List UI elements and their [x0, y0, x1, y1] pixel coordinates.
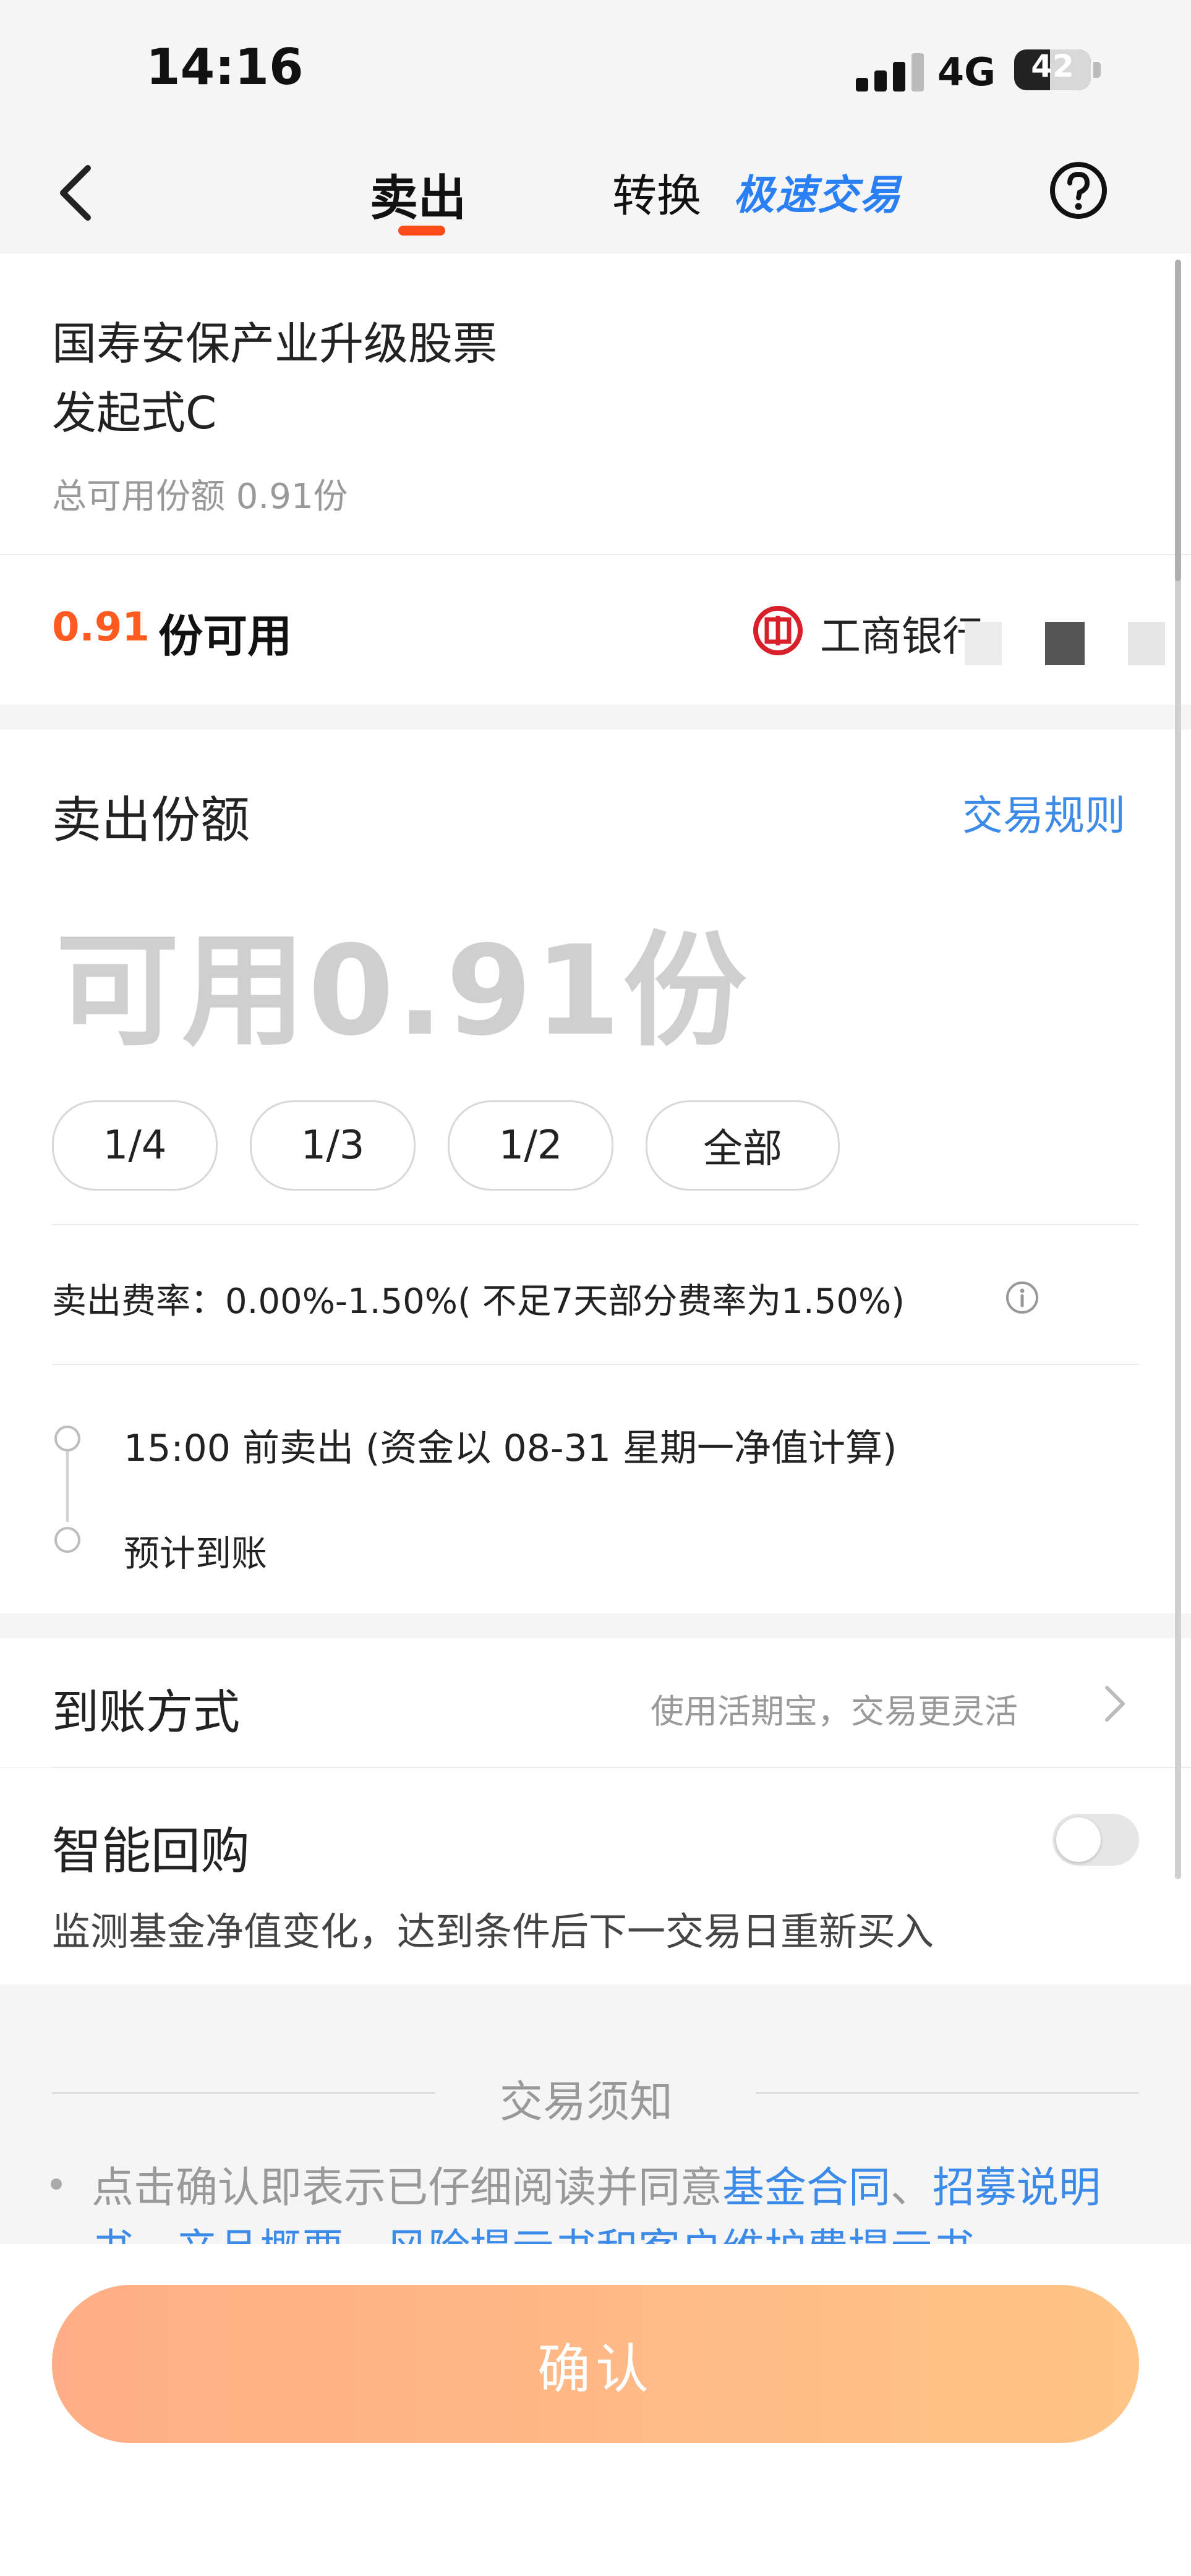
- fund-name: 国寿安保产业升级股票 发起式C: [52, 309, 794, 448]
- divider: [52, 1364, 1139, 1365]
- bank-name[interactable]: 工商银行: [820, 603, 983, 663]
- timeline-arrival: 预计到账: [124, 1532, 268, 1575]
- divider: [52, 2092, 435, 2094]
- chip-third[interactable]: 1/3: [250, 1100, 416, 1191]
- battery-nub: [1093, 62, 1101, 78]
- available-shares: 0.91: [52, 605, 150, 650]
- masked-account: [1128, 622, 1165, 665]
- trade-notice-title: 交易须知: [500, 2077, 673, 2127]
- smart-rebuy-desc: 监测基金净值变化，达到条件后下一交易日重新买入: [52, 1909, 934, 1954]
- back-icon[interactable]: [52, 162, 101, 224]
- chip-half[interactable]: 1/2: [448, 1100, 613, 1191]
- fast-trade-badge[interactable]: 极速交易: [733, 162, 902, 221]
- masked-account: [1045, 622, 1085, 665]
- smart-rebuy-toggle[interactable]: [1052, 1814, 1139, 1866]
- icbc-logo-icon: [753, 606, 803, 655]
- total-shares: 总可用份额 0.91份: [52, 477, 348, 517]
- tab-convert[interactable]: 转换: [612, 159, 701, 224]
- sell-amount-input[interactable]: 可用0.91份: [56, 890, 749, 1069]
- divider: [52, 1224, 1139, 1225]
- divider: [756, 2092, 1139, 2094]
- timeline-line: [66, 1452, 69, 1522]
- available-label: 份可用: [158, 610, 292, 662]
- notice-prefix: 点击确认即表示已仔细阅读并同意: [92, 2164, 723, 2213]
- trade-rules-link[interactable]: 交易规则: [962, 783, 1125, 842]
- tab-sell[interactable]: 卖出: [370, 159, 466, 229]
- network-type: 4G: [937, 49, 996, 95]
- smart-rebuy-label: 智能回购: [52, 1822, 250, 1880]
- sell-amount-title: 卖出份额: [52, 791, 250, 849]
- chevron-right-icon[interactable]: [1102, 1684, 1127, 1724]
- confirm-button[interactable]: 确认: [52, 2285, 1139, 2443]
- info-icon[interactable]: [1004, 1280, 1040, 1316]
- chip-all[interactable]: 全部: [646, 1100, 840, 1191]
- battery-icon: 42: [1014, 49, 1091, 90]
- chip-quarter[interactable]: 1/4: [52, 1100, 218, 1191]
- tab-active-indicator: [398, 226, 445, 236]
- timeline-sell-time: 15:00 前卖出 (资金以 08-31 星期一净值计算): [124, 1427, 897, 1470]
- nav-bar: [0, 142, 1191, 253]
- signal-icon: [856, 53, 924, 91]
- scrollbar-thumb[interactable]: [1175, 260, 1181, 581]
- bullet-dot: [51, 2179, 62, 2190]
- masked-account: [965, 622, 1002, 665]
- divider: [0, 554, 1191, 555]
- sell-fee-rate: 卖出费率：0.00%-1.50%( 不足7天部分费率为1.50%): [52, 1282, 905, 1322]
- help-icon[interactable]: [1048, 159, 1109, 221]
- arrival-method-label: 到账方式: [52, 1685, 240, 1740]
- arrival-method-hint[interactable]: 使用活期宝，交易更灵活: [651, 1684, 1018, 1733]
- fund-contract-link[interactable]: 基金合同: [722, 2164, 890, 2213]
- timeline-dot: [54, 1527, 80, 1553]
- fund-name-line2: 发起式C: [52, 387, 217, 439]
- status-time: 14:16: [146, 38, 304, 96]
- fund-name-line1: 国寿安保产业升级股票: [52, 318, 498, 370]
- notice-sep: 、: [890, 2164, 933, 2213]
- timeline-dot: [54, 1426, 80, 1452]
- battery-level: 42: [1031, 49, 1074, 84]
